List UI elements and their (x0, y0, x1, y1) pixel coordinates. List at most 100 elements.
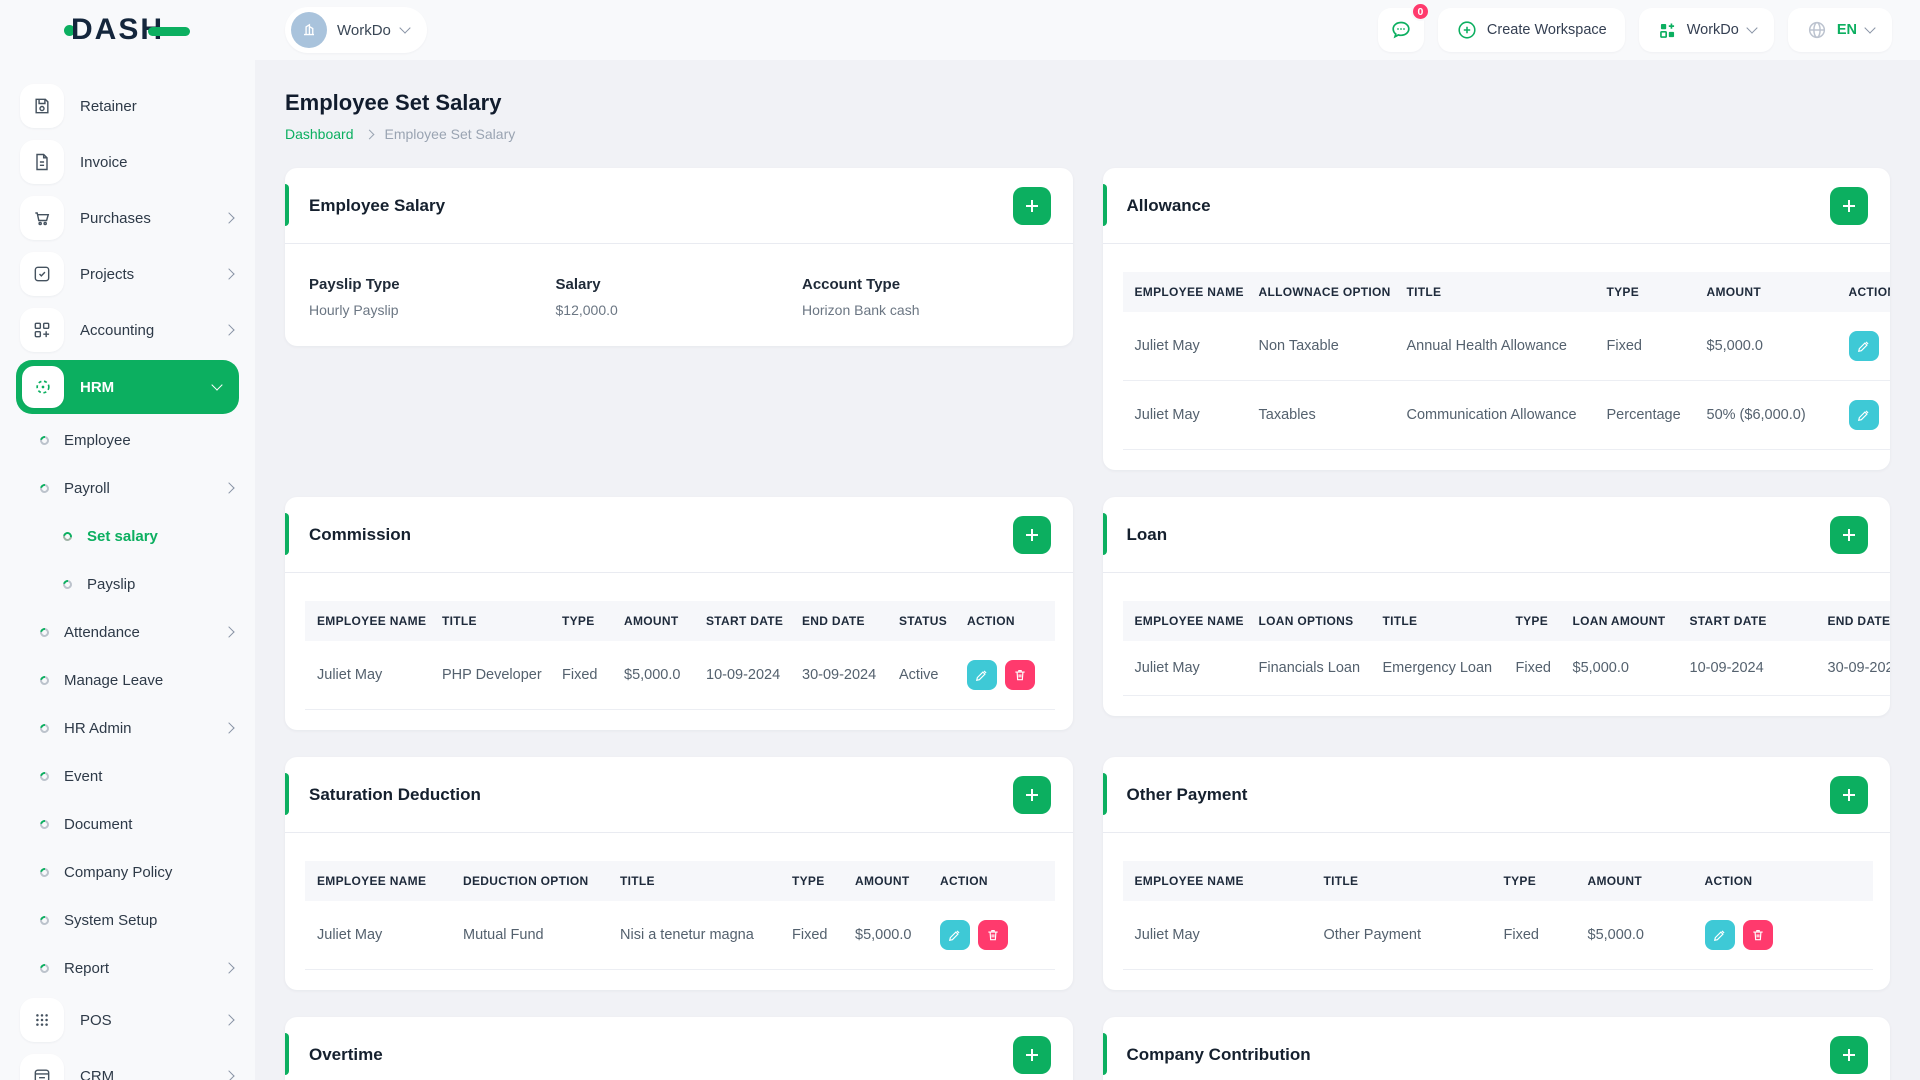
card-title: Company Contribution (1126, 1044, 1311, 1064)
dash-logo[interactable]: DASH (64, 13, 191, 47)
column-header: Start Date (1677, 601, 1816, 641)
sidebar-item-document[interactable]: Document (0, 800, 255, 848)
cell-employee-name: Juliet May (1122, 380, 1247, 450)
bullet-icon (38, 769, 51, 783)
field-salary: Salary $12,000.0 (556, 276, 803, 318)
sidebar-item-event[interactable]: Event (0, 752, 255, 800)
delete-button[interactable] (1005, 660, 1035, 690)
cell-employee-name: Juliet May (1122, 901, 1312, 970)
field-label: Payslip Type (309, 276, 400, 293)
sidebar-item-payroll[interactable]: Payroll (0, 464, 255, 512)
grid-plus-icon (20, 308, 64, 352)
chevron-down-icon (1746, 22, 1758, 34)
cell-type: Fixed (780, 901, 843, 970)
sidebar-item-payslip[interactable]: Payslip (0, 560, 255, 608)
bullet-icon (38, 433, 51, 447)
delete-button[interactable] (978, 920, 1008, 950)
other-payment-card: Other Payment Employee Name Title Type A… (1102, 757, 1890, 990)
cell-amount: $5,000.0 (1694, 312, 1837, 381)
column-header: Type (1503, 601, 1561, 641)
cell-type: Fixed (1491, 901, 1576, 970)
sidebar-item-hr-admin[interactable]: HR Admin (0, 704, 255, 752)
sidebar-item-employee[interactable]: Employee (0, 416, 255, 464)
breadcrumb-dashboard-link[interactable]: Dashboard (285, 126, 354, 142)
chevron-right-icon (223, 1070, 235, 1080)
cell-end-date: 30-09-2024 (1815, 641, 1890, 696)
column-header: Action (955, 601, 1055, 641)
add-commission-button[interactable] (1012, 515, 1051, 554)
sidebar-item-manage-leave[interactable]: Manage Leave (0, 656, 255, 704)
sidebar-item-label: Company Policy (64, 863, 173, 881)
loan-card: Loan Employee Name Loan Options Title Ty… (1102, 497, 1890, 716)
chevron-right-icon (223, 212, 235, 224)
logo-dash-icon (148, 26, 191, 36)
topbar: DASH WorkDo 0 Create Workspace WorkDo EN (0, 0, 1920, 60)
sidebar-item-report[interactable]: Report (0, 944, 255, 992)
edit-button[interactable] (1848, 400, 1879, 430)
sidebar-item-purchases[interactable]: Purchases (0, 190, 255, 246)
add-loan-button[interactable] (1830, 515, 1868, 554)
check-square-icon (20, 252, 64, 296)
workspace-selector[interactable]: WorkDo (285, 7, 427, 53)
add-overtime-button[interactable] (1012, 1035, 1051, 1074)
pencil-icon (975, 670, 987, 682)
sidebar-item-projects[interactable]: Projects (0, 246, 255, 302)
chevron-right-icon (223, 324, 235, 336)
messages-button[interactable]: 0 (1377, 2, 1430, 52)
add-allowance-button[interactable] (1830, 186, 1868, 225)
edit-button[interactable] (1848, 331, 1879, 361)
column-header: Employee Name (305, 601, 430, 641)
add-other-payment-button[interactable] (1830, 775, 1868, 814)
create-workspace-button[interactable]: Create Workspace (1437, 8, 1625, 52)
column-header: Type (1594, 272, 1695, 312)
add-company-contribution-button[interactable] (1830, 1035, 1868, 1074)
column-header: Amount (612, 601, 694, 641)
sidebar-item-crm[interactable]: CRM (0, 1048, 255, 1080)
edit-button[interactable] (940, 920, 970, 950)
sidebar-item-label: HR Admin (64, 719, 132, 737)
employee-salary-card: Employee Salary Payslip Type Hourly Pays… (285, 168, 1073, 346)
app-menu-button[interactable]: WorkDo (1638, 8, 1774, 52)
sidebar-item-invoice[interactable]: Invoice (0, 134, 255, 190)
column-header: Title (1394, 272, 1595, 312)
sidebar-item-set-salary[interactable]: Set salary (0, 512, 255, 560)
column-header: Deduction Option (451, 861, 608, 901)
sidebar-item-hrm[interactable]: HRM (16, 360, 239, 414)
column-header: Type (550, 601, 612, 641)
edit-button[interactable] (1704, 920, 1735, 950)
cell-type: Fixed (550, 641, 612, 710)
cell-start-date: 10-09-2024 (694, 641, 790, 710)
edit-button[interactable] (967, 660, 997, 690)
card-title: Loan (1126, 524, 1168, 544)
language-selector[interactable]: EN (1787, 8, 1892, 52)
column-header: Employee Name (1122, 861, 1312, 901)
pencil-icon (1857, 410, 1868, 422)
add-saturation-deduction-button[interactable] (1012, 775, 1051, 814)
sidebar-item-attendance[interactable]: Attendance (0, 608, 255, 656)
plus-icon (1843, 788, 1855, 801)
add-employee-salary-button[interactable] (1012, 186, 1051, 225)
sidebar-item-pos[interactable]: POS (0, 992, 255, 1048)
table-row: Juliet May Non Taxable Annual Health All… (1122, 312, 1890, 381)
column-header: Loan Options (1246, 601, 1371, 641)
delete-button[interactable] (1742, 920, 1773, 950)
sidebar-item-label: Payslip (87, 575, 136, 593)
sidebar-item-retainer[interactable]: Retainer (0, 78, 255, 134)
column-header: Loan Amount (1560, 601, 1678, 641)
plus-icon (1843, 1048, 1855, 1061)
sidebar-item-system-setup[interactable]: System Setup (0, 896, 255, 944)
table-row: Juliet May Mutual Fund Nisi a tenetur ma… (305, 901, 1055, 970)
sidebar-item-label: Manage Leave (64, 671, 164, 689)
globe-icon (1808, 21, 1825, 39)
allowance-card: Allowance Employee Name Allownace Option… (1102, 168, 1890, 470)
other-payment-table: Employee Name Title Type Amount Action J… (1122, 861, 1873, 970)
sidebar-item-accounting[interactable]: Accounting (0, 302, 255, 358)
cell-title: Emergency Loan (1370, 641, 1504, 696)
column-header: Title (1370, 601, 1504, 641)
card-title: Employee Salary (309, 195, 446, 215)
column-header: Title (608, 861, 780, 901)
column-header: Employee Name (1122, 601, 1247, 641)
sidebar-item-company-policy[interactable]: Company Policy (0, 848, 255, 896)
table-row: Juliet May Taxables Communication Allowa… (1122, 380, 1890, 450)
bullet-icon (61, 529, 74, 543)
